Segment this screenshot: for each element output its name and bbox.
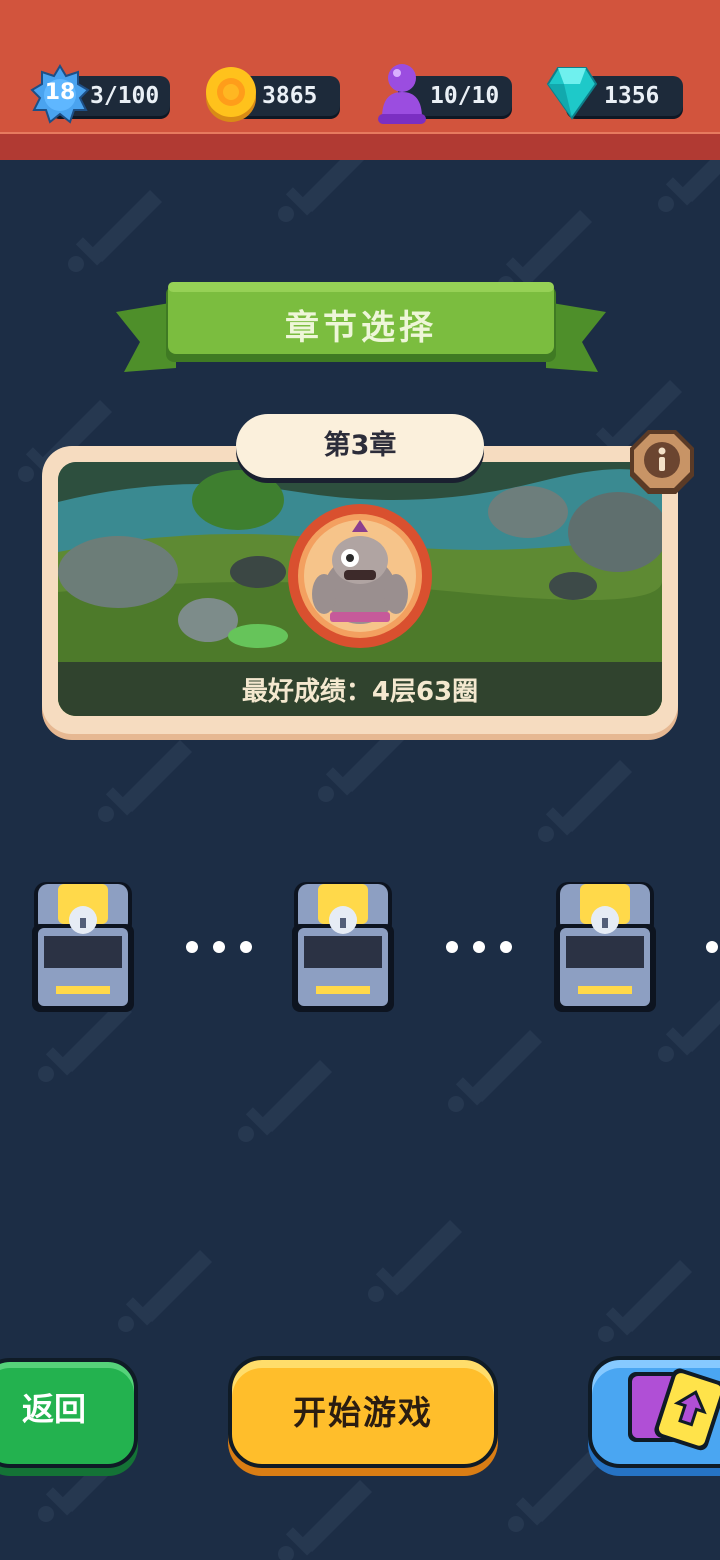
gems-value: 1356 bbox=[604, 83, 660, 109]
chapter-name-label: 第3章 bbox=[236, 414, 484, 478]
topbar-strip bbox=[0, 132, 720, 160]
reward-chest-2[interactable] bbox=[288, 876, 398, 1016]
best-score-label: 最好成绩：4层63圈 bbox=[241, 677, 479, 707]
cards-upgrade-icon bbox=[628, 1368, 720, 1451]
start-game-button[interactable]: 开始游戏 bbox=[228, 1356, 498, 1468]
treasure-chest-icon bbox=[32, 882, 134, 1012]
energy-pawn-icon bbox=[376, 62, 428, 132]
boss-portrait bbox=[286, 502, 434, 650]
reward-chest-3[interactable] bbox=[550, 876, 660, 1016]
progress-dots-3 bbox=[706, 938, 720, 953]
progress-dots-1 bbox=[186, 938, 267, 953]
back-button[interactable]: 返回 bbox=[0, 1358, 138, 1468]
chapter-select-ribbon: 章节选择 bbox=[116, 282, 606, 374]
start-game-label: 开始游戏 bbox=[293, 1393, 433, 1432]
top-resource-bar: 3/100 18 3865 10/10 1356 bbox=[0, 0, 720, 160]
page-title: 章节选择 bbox=[285, 308, 437, 348]
level-badge-number: 18 bbox=[44, 80, 76, 105]
treasure-chest-icon bbox=[292, 882, 394, 1012]
info-icon[interactable] bbox=[628, 428, 696, 496]
level-star-icon: 18 bbox=[30, 64, 90, 126]
back-button-label: 返回 bbox=[22, 1390, 87, 1428]
cards-upgrade-button[interactable] bbox=[588, 1356, 720, 1468]
gold-coin-icon bbox=[204, 64, 258, 128]
gem-icon bbox=[546, 66, 598, 124]
gold-value: 3865 bbox=[262, 83, 318, 109]
level-progress-value: 3/100 bbox=[90, 83, 160, 109]
energy-value: 10/10 bbox=[430, 83, 500, 109]
reward-chest-1[interactable] bbox=[28, 876, 138, 1016]
progress-dots-2 bbox=[446, 938, 527, 953]
treasure-chest-icon bbox=[554, 882, 656, 1012]
